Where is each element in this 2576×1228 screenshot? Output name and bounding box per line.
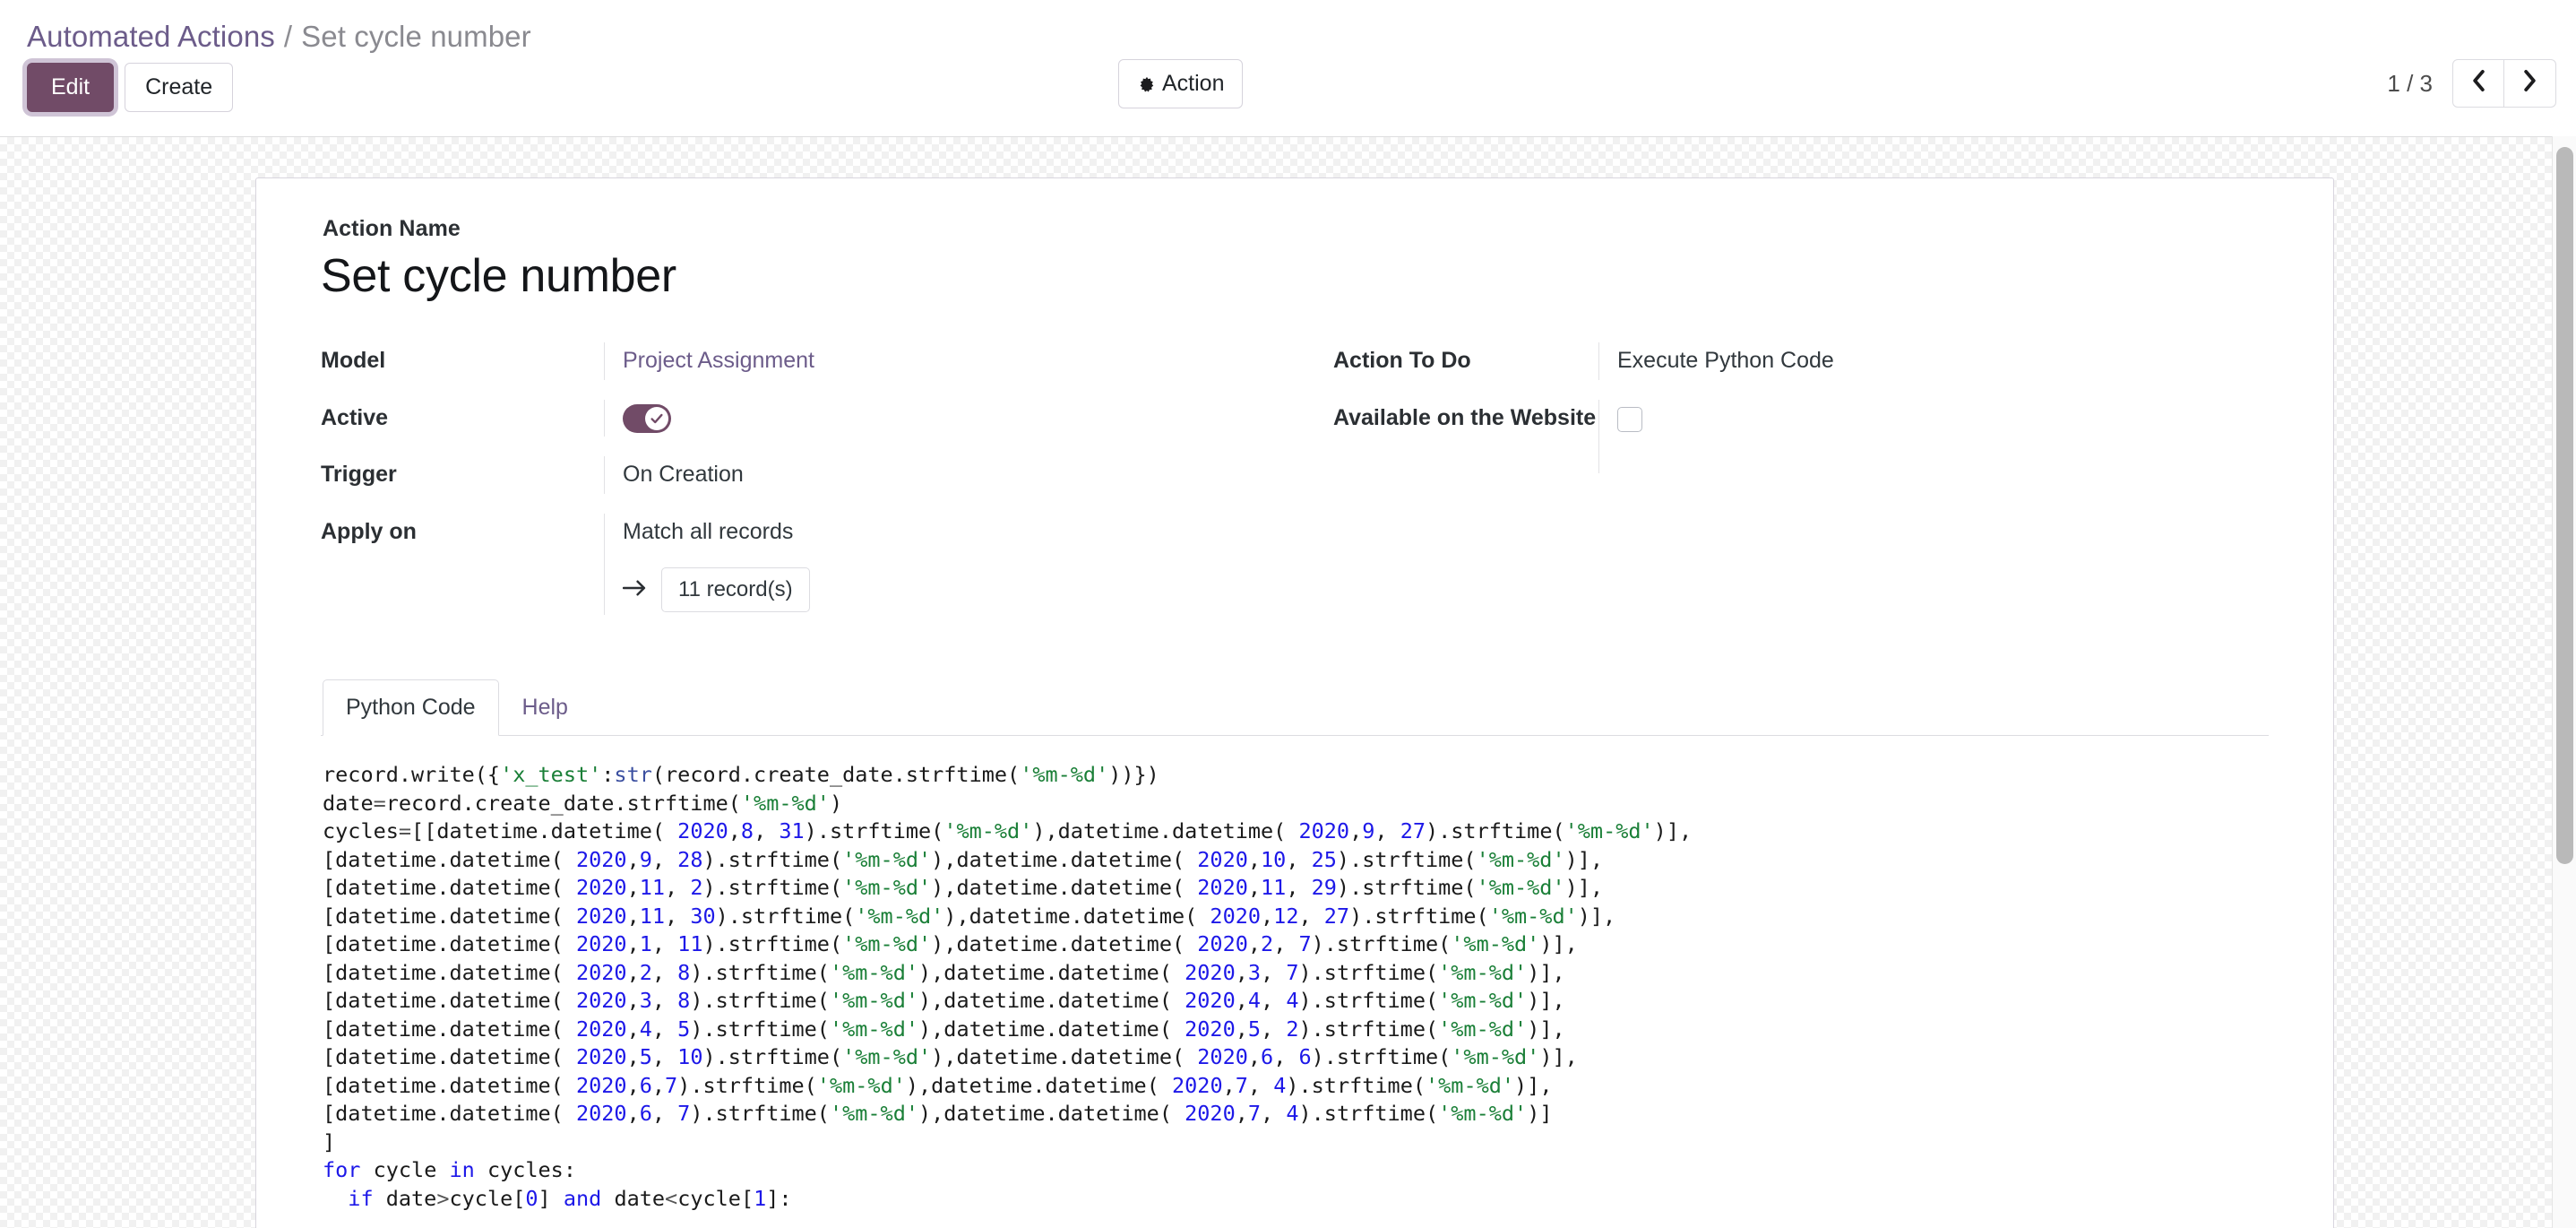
code-line: if date>cycle[0] and date<cycle[1]: bbox=[348, 1185, 792, 1211]
code-line: date=record.create_date.strftime('%m-%d'… bbox=[323, 790, 843, 816]
code-line: [datetime.datetime( 2020,2, 8).strftime(… bbox=[323, 959, 1565, 985]
pager-counter[interactable]: 1 / 3 bbox=[2387, 70, 2433, 98]
field-row-model: Model Project Assignment bbox=[321, 342, 1256, 380]
active-toggle[interactable] bbox=[623, 403, 671, 433]
python-code-editor[interactable]: record.write({'x_test':str(record.create… bbox=[321, 736, 2269, 1213]
field-group-left: Model Project Assignment Active Trigger … bbox=[321, 342, 1256, 635]
chevron-right-icon bbox=[2521, 69, 2538, 99]
domain-records-button[interactable]: 11 record(s) bbox=[661, 567, 810, 612]
pager: 1 / 3 bbox=[2387, 59, 2556, 108]
pager-next-button[interactable] bbox=[2504, 59, 2556, 108]
code-line: [datetime.datetime( 2020,6,7).strftime('… bbox=[323, 1072, 1553, 1098]
field-group-right: Action To Do Execute Python Code Availab… bbox=[1256, 342, 2269, 635]
breadcrumb-current: Set cycle number bbox=[301, 20, 531, 53]
action-menu-button[interactable]: Action bbox=[1118, 59, 1244, 108]
field-value-model-wrapper: Project Assignment bbox=[604, 342, 1256, 380]
field-value-trigger-wrapper: On Creation bbox=[604, 456, 1256, 494]
form-view-content: Action Name Set cycle number Model Proje… bbox=[0, 136, 2576, 1228]
breadcrumb-parent-link[interactable]: Automated Actions bbox=[27, 20, 275, 54]
available-on-website-checkbox[interactable] bbox=[1617, 406, 1642, 432]
code-line: [datetime.datetime( 2020,9, 28).strftime… bbox=[323, 846, 1604, 872]
form-sheet: Action Name Set cycle number Model Proje… bbox=[255, 177, 2334, 1228]
tab-python-code[interactable]: Python Code bbox=[323, 679, 499, 736]
code-line: cycles=[[datetime.datetime( 2020,8, 31).… bbox=[323, 818, 1693, 843]
field-row-apply-on: Apply on Match all records 11 record(s) bbox=[321, 513, 1256, 615]
breadcrumb-separator: / bbox=[283, 20, 293, 53]
pager-previous-button[interactable] bbox=[2452, 59, 2504, 108]
domain-records-row: 11 record(s) bbox=[622, 567, 1256, 612]
notebook: Python Code Help record.write({'x_test':… bbox=[321, 679, 2269, 1213]
control-panel: Automated Actions / Set cycle number Edi… bbox=[0, 0, 2576, 133]
create-button[interactable]: Create bbox=[125, 62, 234, 112]
tab-help[interactable]: Help bbox=[499, 679, 591, 736]
code-line: [datetime.datetime( 2020,1, 11).strftime… bbox=[323, 931, 1578, 956]
edit-button[interactable]: Edit bbox=[27, 62, 115, 112]
action-name-label: Action Name bbox=[323, 216, 461, 241]
field-value-action-to-do[interactable]: Execute Python Code bbox=[1617, 348, 1834, 373]
field-label-active: Active bbox=[321, 404, 389, 430]
code-line: record.write({'x_test':str(record.create… bbox=[323, 762, 1159, 787]
action-name-value[interactable]: Set cycle number bbox=[321, 249, 2269, 303]
control-panel-buttons: Edit Create Action 1 / 3 bbox=[0, 59, 2576, 133]
code-line: for cycle in cycles: bbox=[323, 1157, 576, 1182]
field-label-available-on-website: Available on the Website bbox=[1333, 404, 1597, 430]
field-label-apply-on: Apply on bbox=[321, 518, 417, 544]
code-line: [datetime.datetime( 2020,4, 5).strftime(… bbox=[323, 1016, 1565, 1042]
pager-buttons bbox=[2452, 59, 2556, 108]
arrow-right-icon bbox=[622, 578, 647, 602]
field-value-apply-on[interactable]: Match all records bbox=[623, 519, 793, 544]
code-line: [datetime.datetime( 2020,6, 7).strftime(… bbox=[323, 1101, 1553, 1126]
field-label-model: Model bbox=[321, 348, 386, 373]
chevron-left-icon bbox=[2470, 69, 2487, 99]
field-value-action-to-do-wrapper: Execute Python Code bbox=[1598, 342, 2269, 380]
field-value-active-wrapper bbox=[604, 399, 1256, 437]
code-line: [datetime.datetime( 2020,5, 10).strftime… bbox=[323, 1044, 1578, 1069]
field-label-trigger: Trigger bbox=[321, 462, 397, 487]
field-value-available-on-website-wrapper bbox=[1598, 399, 2269, 473]
field-row-active: Active bbox=[321, 399, 1256, 437]
vertical-scrollbar-track[interactable] bbox=[2552, 136, 2576, 1228]
field-value-apply-on-wrapper: Match all records 11 record(s) bbox=[604, 513, 1256, 615]
field-row-action-to-do: Action To Do Execute Python Code bbox=[1333, 342, 2269, 380]
action-menu-label: Action bbox=[1162, 71, 1225, 96]
code-line: [datetime.datetime( 2020,11, 2).strftime… bbox=[323, 875, 1604, 900]
field-label-action-to-do: Action To Do bbox=[1333, 348, 1471, 373]
field-row-trigger: Trigger On Creation bbox=[321, 456, 1256, 494]
toggle-knob bbox=[645, 406, 668, 430]
gear-icon bbox=[1137, 76, 1157, 96]
code-line: [datetime.datetime( 2020,3, 8).strftime(… bbox=[323, 988, 1565, 1013]
notebook-tabs: Python Code Help bbox=[321, 679, 2269, 736]
code-line: [datetime.datetime( 2020,11, 30).strftim… bbox=[323, 903, 1616, 929]
field-value-model[interactable]: Project Assignment bbox=[623, 348, 814, 373]
check-icon bbox=[650, 413, 663, 424]
field-group: Model Project Assignment Active Trigger … bbox=[321, 342, 2269, 635]
field-value-trigger[interactable]: On Creation bbox=[623, 462, 744, 487]
field-row-available-on-website: Available on the Website bbox=[1333, 399, 2269, 473]
vertical-scrollbar-thumb[interactable] bbox=[2556, 147, 2573, 864]
breadcrumb: Automated Actions / Set cycle number bbox=[0, 0, 2576, 59]
code-line: ] bbox=[323, 1129, 336, 1154]
